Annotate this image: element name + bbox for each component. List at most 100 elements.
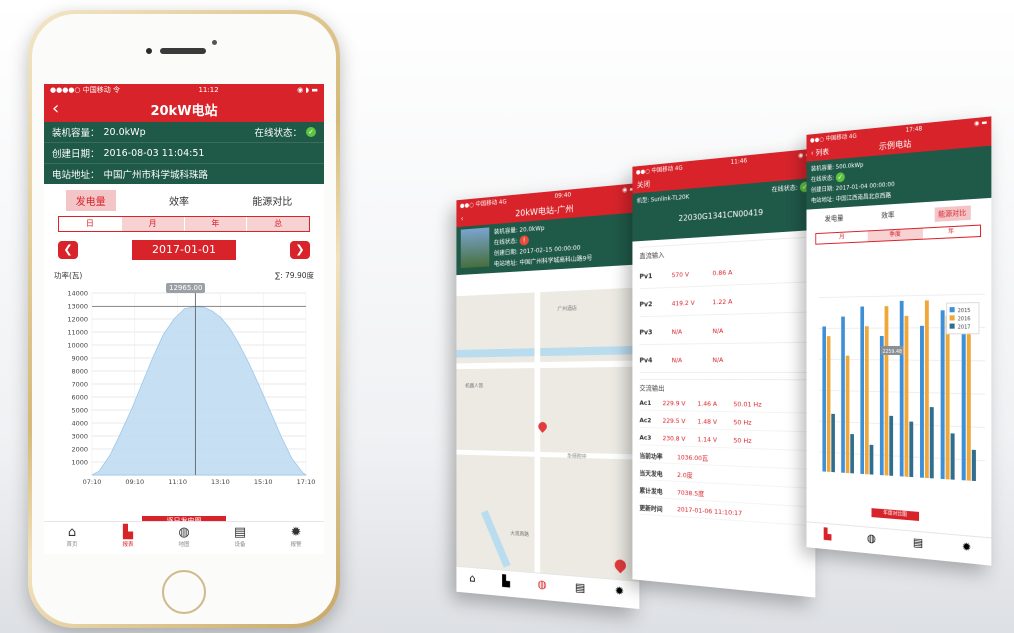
bulb-icon[interactable]: ✹ [615, 580, 624, 608]
serial-number: 22030G1341CN00419 [678, 207, 764, 223]
online-label: 在线状态: [493, 237, 518, 247]
ac-voltage: 229.5 V [662, 416, 686, 426]
date-picker[interactable]: 2017-01-01 [132, 240, 236, 260]
back-button[interactable]: ‹ 列表 [811, 146, 829, 158]
period-segments: 月 季度 年 [815, 224, 982, 245]
bar [929, 407, 934, 479]
bar [945, 315, 950, 480]
kv-key: 累计发电 [639, 486, 663, 496]
home-button[interactable] [162, 570, 206, 614]
globe-icon: ◍ [178, 525, 190, 540]
online-label: 在线状态: [771, 184, 798, 194]
home-icon[interactable]: ⌂ [469, 568, 475, 594]
back-button[interactable]: ‹ [52, 98, 59, 119]
bar [920, 325, 924, 478]
power-area-chart[interactable]: 1000 2000 3000 4000 5000 6000 7000 8000 9000 1000… [44, 283, 324, 493]
bar [860, 306, 865, 475]
pv-name: Pv4 [639, 356, 653, 365]
pv-name: Pv1 [639, 272, 653, 281]
online-check-icon: ✓ [835, 172, 845, 183]
x-tick-label: 13:10 [211, 478, 230, 486]
inverter-data: 直流输入 Pv1 570 V 0.86 A Pv2 419.2 V 1.22 A Pv3… [632, 236, 815, 526]
tab-home[interactable]: ⌂ 首页 [52, 522, 92, 549]
bar [950, 433, 955, 480]
compare-bar-chart: 201520162017 2259.48 [807, 273, 992, 482]
location-button-icon[interactable] [612, 557, 629, 574]
y-tick-label: 3000 [71, 433, 88, 441]
y-tick-label: 12000 [67, 316, 88, 324]
device-icon[interactable]: ▤ [575, 577, 585, 604]
y-tick-label: 2000 [71, 446, 88, 454]
map-label: 大观南路 [510, 530, 529, 538]
map-view[interactable]: 广州酒店 华师附中 机器人馆 大观南路 [456, 287, 640, 582]
bar [889, 415, 894, 476]
energy-compare-screen: ●●○ 中国移动 4G 17:48 ◉ ▬ ‹ 列表 示例电站 装机容量: 50… [806, 116, 992, 566]
chart-icon: ▙ [123, 525, 133, 540]
close-button[interactable]: 关闭 [637, 178, 650, 190]
map-river [456, 345, 640, 358]
globe-icon[interactable]: ◍ [867, 528, 876, 555]
online-label: 在线状态： [254, 128, 302, 139]
capacity-row: 装机容量： 20.0kWp 在线状态： ✓ [44, 122, 324, 143]
bar [850, 434, 854, 474]
bar [971, 449, 976, 482]
bar [884, 306, 889, 476]
prev-date-button[interactable]: ❮ [58, 241, 78, 259]
tab-energy[interactable]: 发电量 [65, 189, 116, 211]
segment-year[interactable]: 年 [922, 225, 981, 239]
segment-year[interactable]: 年 [183, 217, 247, 231]
bulb-icon[interactable]: ✹ [962, 536, 971, 564]
back-button[interactable]: ‹ [461, 214, 464, 223]
ac-name: Ac2 [639, 416, 652, 425]
kv-value: 2017-01-06 11:10:17 [677, 505, 743, 518]
period-segments: 日 月 年 总 [58, 216, 310, 232]
chart-icon[interactable]: ▙ [824, 524, 832, 550]
grid-line [819, 294, 985, 297]
tab-energy[interactable]: 发电量 [825, 213, 844, 228]
chart-tooltip: 12965.00 [166, 283, 206, 293]
pv-current: 1.22 A [712, 297, 733, 307]
tab-device[interactable]: ▤ 设备 [220, 522, 260, 549]
map-road [456, 360, 640, 370]
page-title: 示例电站 [878, 139, 912, 153]
segment-day[interactable]: 日 [59, 217, 121, 231]
ac-voltage: 230.8 V [662, 434, 686, 443]
tab-energy-compare[interactable]: 能源对比 [242, 190, 302, 211]
tab-report[interactable]: ▙ 报表 [108, 522, 148, 549]
legend-label: 2016 [958, 316, 971, 323]
segment-month[interactable]: 月 [816, 231, 869, 244]
segment-quarter[interactable]: 季度 [868, 228, 923, 242]
nav-bar: ‹ 20kW电站 [44, 96, 324, 122]
address-row: 电站地址： 中国广州市科学城科珠路 [44, 164, 324, 184]
kv-value: 1036.00瓦 [677, 453, 709, 463]
chart-icon[interactable]: ▙ [502, 571, 510, 597]
bar [879, 336, 884, 476]
station-info: 装机容量： 20.0kWp 在线状态： ✓ 创建日期： 2016-08-03 1… [44, 122, 324, 184]
tab-map[interactable]: ◍ 地图 [164, 522, 204, 549]
map-road [456, 449, 640, 460]
chart-header: 功率(瓦) ∑: 79.90度 [54, 270, 314, 281]
tab-efficiency[interactable]: 效率 [881, 210, 894, 225]
legend-swatch [949, 323, 955, 329]
globe-icon[interactable]: ◍ [537, 573, 546, 600]
chart-y-label: 功率(瓦) [54, 271, 83, 280]
sensor-dot [212, 40, 217, 45]
tab-label: 地图 [178, 542, 190, 548]
tab-efficiency[interactable]: 效率 [159, 190, 199, 211]
page-title: 20kW电站 [150, 103, 218, 119]
kv-key: 更新时间 [639, 503, 663, 514]
tab-alarm[interactable]: ✹ 报警 [276, 522, 316, 549]
segment-month[interactable]: 月 [120, 217, 184, 231]
created-value: 2016-08-03 11:04:51 [103, 147, 205, 159]
bar [826, 336, 831, 472]
map-road [534, 292, 541, 574]
tab-energy-compare[interactable]: 能源对比 [934, 205, 971, 222]
chart-total: ∑: 79.90度 [275, 271, 314, 280]
device-icon[interactable]: ▤ [913, 532, 923, 559]
legend-swatch [949, 307, 955, 313]
ac-current: 1.46 A [697, 399, 718, 408]
next-date-button[interactable]: ❯ [290, 241, 310, 259]
tab-bar: 发电量 效率 能源对比 [44, 188, 324, 212]
address-label: 电站地址： [52, 170, 100, 181]
segment-total[interactable]: 总 [246, 217, 309, 231]
